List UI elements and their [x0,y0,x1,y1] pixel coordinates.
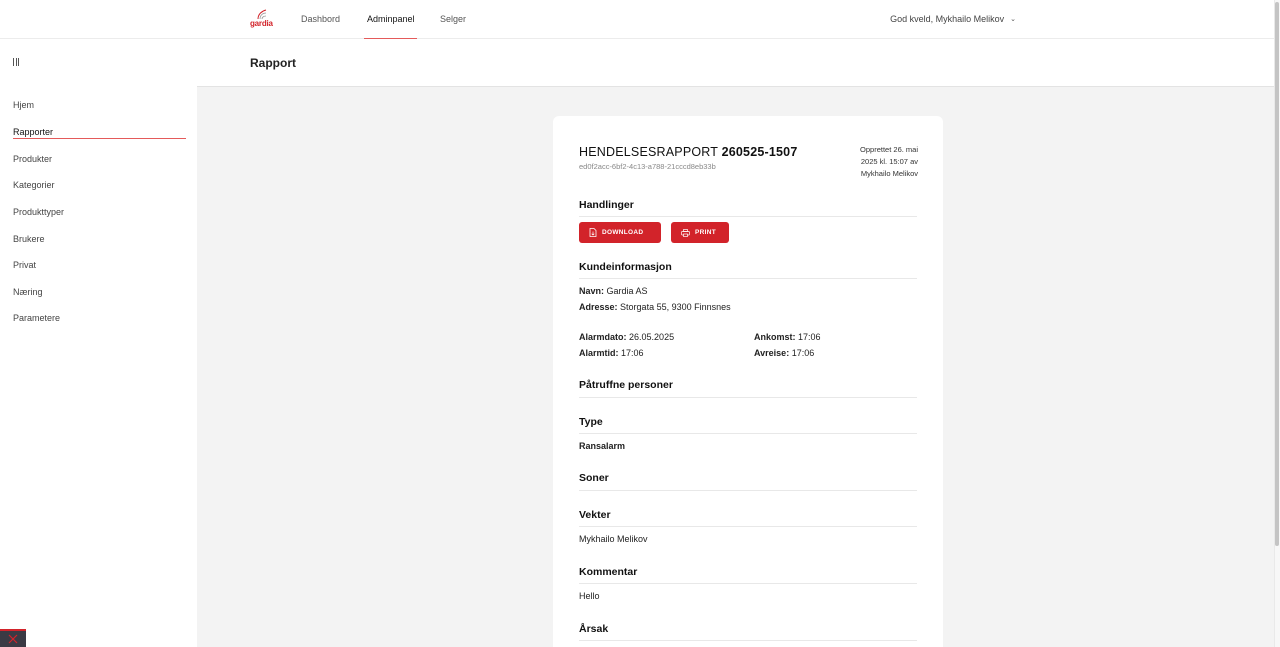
chevron-down-icon: ⌄ [1010,16,1016,23]
sidebar-item-rapporter[interactable]: Rapporter [13,127,53,137]
name-label: Navn: [579,286,605,296]
arrival-time: Ankomst: 17:06 [754,332,821,342]
departure-time: Avreise: 17:06 [754,348,814,358]
file-icon [589,228,597,237]
report-card: HENDELSESRAPPORT 260525-1507 ed0f2acc-6b… [553,116,943,647]
menu-icon[interactable] [13,58,19,66]
download-button[interactable]: DOWNLOAD [579,222,661,243]
print-button-label: PRINT [695,229,716,236]
page-header: Rapport [197,39,1274,87]
user-menu[interactable]: God kveld, Mykhailo Melikov ⌄ [890,14,1016,24]
section-title-handlinger: Handlinger [579,199,634,211]
created-line-3: Mykhailo Melikov [860,169,918,178]
alarm-date-label: Alarmdato: [579,332,627,342]
section-divider [579,278,917,279]
printer-icon [681,228,690,237]
section-title-vekter: Vekter [579,509,611,521]
sidebar: Hjem Rapporter Produkter Kategorier Prod… [0,39,197,647]
page-title: Rapport [250,56,296,70]
alarm-time-label: Alarmtid: [579,348,619,358]
nav-link-dashbord[interactable]: Dashbord [301,14,340,24]
address-value: Storgata 55, 9300 Finnsnes [620,302,731,312]
print-button[interactable]: PRINT [671,222,729,243]
sidebar-item-kategorier[interactable]: Kategorier [13,180,55,190]
section-divider [579,640,917,641]
departure-label: Avreise: [754,348,790,358]
type-value: Ransalarm [579,441,626,451]
logo-text: gardia [250,19,273,28]
section-title-type: Type [579,416,603,428]
alarm-time-value: 17:06 [621,348,644,358]
active-sidebar-indicator [13,138,186,139]
guard-value: Mykhailo Melikov [579,534,648,544]
nav-link-selger[interactable]: Selger [440,14,466,24]
arrival-label: Ankomst: [754,332,796,342]
top-navbar: gardia Dashbord Adminpanel Selger God kv… [0,0,1274,39]
customer-name: Navn: Gardia AS [579,286,648,296]
name-value: Gardia AS [606,286,648,296]
customer-address: Adresse: Storgata 55, 9300 Finnsnes [579,302,731,312]
sidebar-item-brukere[interactable]: Brukere [13,234,45,244]
sidebar-item-parametere[interactable]: Parametere [13,313,60,323]
address-label: Adresse: [579,302,618,312]
comment-value: Hello [579,591,600,601]
debug-toolbar-toggle[interactable] [0,629,26,647]
nav-link-adminpanel[interactable]: Adminpanel [367,14,415,24]
report-created-info: Opprettet 26. mai 2025 kl. 15:07 av Mykh… [828,144,918,180]
section-title-kundeinformasjon: Kundeinformasjon [579,261,672,273]
section-divider [579,216,917,217]
sidebar-item-hjem[interactable]: Hjem [13,100,34,110]
report-number: 260525-1507 [721,145,798,159]
section-divider [579,490,917,491]
section-divider [579,397,917,398]
download-button-label: DOWNLOAD [602,229,644,236]
alarm-time: Alarmtid: 17:06 [579,348,644,358]
report-title-prefix: HENDELSESRAPPORT [579,145,718,159]
section-divider [579,526,917,527]
page-scrollbar[interactable] [1274,0,1280,647]
arrival-value: 17:06 [798,332,821,342]
sidebar-item-naering[interactable]: Næring [13,287,43,297]
section-title-soner: Soner [579,472,609,484]
section-title-kommentar: Kommentar [579,566,638,578]
created-line-1: Opprettet 26. mai [860,145,918,154]
section-title-persons: Påtruffne personer [579,379,673,391]
user-greeting: God kveld, Mykhailo Melikov [890,14,1005,24]
report-title: HENDELSESRAPPORT 260525-1507 [579,145,797,159]
sidebar-item-privat[interactable]: Privat [13,260,36,270]
section-divider [579,583,917,584]
report-uuid: ed0f2acc-6bf2-4c13-a788-21cccd8eb33b [579,162,716,171]
sidebar-item-produkttyper[interactable]: Produkttyper [13,207,64,217]
alarm-date: Alarmdato: 26.05.2025 [579,332,674,342]
scrollbar-thumb[interactable] [1275,2,1279,546]
created-line-2: 2025 kl. 15:07 av [860,157,918,166]
gardia-logo[interactable]: gardia [250,9,274,31]
bug-icon [8,634,18,644]
alarm-date-value: 26.05.2025 [629,332,675,342]
section-divider [579,433,917,434]
section-title-arsak: Årsak [579,623,609,635]
sidebar-item-produkter[interactable]: Produkter [13,154,52,164]
departure-value: 17:06 [791,348,815,358]
